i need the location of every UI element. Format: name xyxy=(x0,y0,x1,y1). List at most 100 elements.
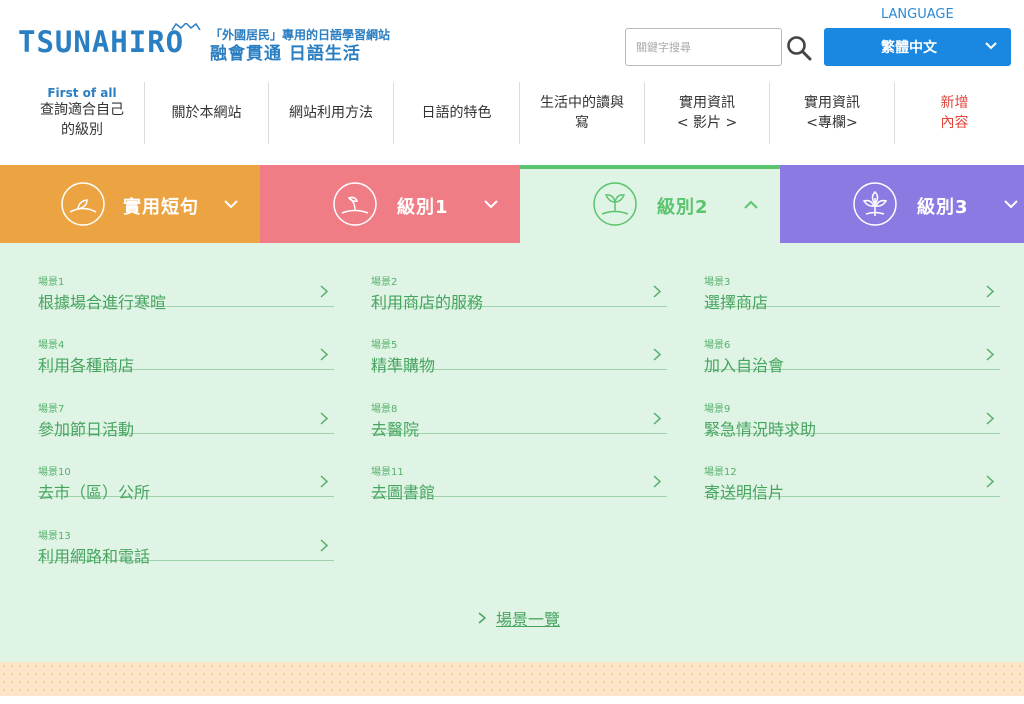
chevron-down-icon xyxy=(484,200,498,209)
nav-item-info-columns[interactable]: 實用資訊 <專欄> xyxy=(769,82,894,144)
scene-link-6[interactable]: 場景6 加入自治會 xyxy=(704,306,1000,375)
dotted-footer-strip xyxy=(0,662,1024,696)
nav-item-label: 實用資訊 xyxy=(679,95,735,111)
chevron-right-icon xyxy=(320,539,328,552)
nav-item-label: <專欄> xyxy=(806,115,858,131)
scene-number: 場景5 xyxy=(371,340,398,351)
sprout-seed-icon xyxy=(61,182,105,226)
chevron-right-icon xyxy=(320,348,328,361)
nav-item-label: 網站利用方法 xyxy=(289,105,373,121)
chevron-right-icon xyxy=(653,412,661,425)
scene-list-link[interactable]: 場景一覽 xyxy=(478,606,560,630)
language-select[interactable]: 繁體中文 xyxy=(824,28,1011,66)
chevron-down-icon xyxy=(985,42,997,50)
scene-list-label: 場景一覽 xyxy=(496,610,561,629)
nav-item-how-to-use[interactable]: 網站利用方法 xyxy=(268,82,393,144)
scene-title: 利用網路和電話 xyxy=(38,547,151,566)
language-label: LANGUAGE xyxy=(881,7,954,22)
chevron-right-icon xyxy=(320,475,328,488)
main-nav: First of all 查詢適合自己 的級別 關於本網站 網站利用方法 日語的… xyxy=(20,82,1024,148)
nav-item-label: 日語的特色 xyxy=(421,105,492,121)
nav-item-check-level[interactable]: First of all 查詢適合自己 的級別 xyxy=(20,82,144,144)
chevron-right-icon xyxy=(986,348,994,361)
scene-link-9[interactable]: 場景9 緊急情況時求助 xyxy=(704,370,1000,439)
tab-label: 級別3 xyxy=(917,197,969,218)
nav-item-about[interactable]: 關於本網站 xyxy=(144,82,268,144)
chevron-down-icon xyxy=(224,200,238,209)
scene-link-10[interactable]: 場景10 去市（區）公所 xyxy=(38,433,334,502)
scene-number: 場景3 xyxy=(704,277,731,288)
scene-link-5[interactable]: 場景5 精準購物 xyxy=(371,306,667,375)
nav-item-label: 關於本網站 xyxy=(171,105,242,121)
tab-level-3[interactable]: 級別3 xyxy=(780,165,1024,243)
tab-level-2[interactable]: 級別2 xyxy=(520,165,780,243)
tree-icon xyxy=(853,182,897,226)
nav-item-label: 生活中的讀與 xyxy=(540,95,624,111)
nav-item-label: 的級別 xyxy=(61,122,103,138)
scene-link-12[interactable]: 場景12 寄送明信片 xyxy=(704,433,1000,502)
tagline-line-2: 融會貫通 日語生活 xyxy=(210,44,361,64)
scene-number: 場景12 xyxy=(704,467,737,478)
scene-number: 場景2 xyxy=(371,277,398,288)
crown-icon xyxy=(171,23,201,31)
level-tabs: 實用短句 級別1 級別2 級別3 xyxy=(0,165,1024,243)
language-value: 繁體中文 xyxy=(881,40,937,56)
logo-text: TSUNAHIRO xyxy=(18,25,185,59)
nav-item-label: 查詢適合自己 xyxy=(40,102,124,118)
scene-number: 場景1 xyxy=(38,277,65,288)
scene-link-4[interactable]: 場景4 利用各種商店 xyxy=(38,306,334,375)
scene-number: 場景6 xyxy=(704,340,731,351)
chevron-right-icon xyxy=(478,612,486,624)
chevron-right-icon xyxy=(986,285,994,298)
tab-useful-phrases[interactable]: 實用短句 xyxy=(0,165,260,243)
scene-link-8[interactable]: 場景8 去醫院 xyxy=(371,370,667,439)
nav-item-new-content[interactable]: 新增 內容 xyxy=(894,82,1014,144)
chevron-down-icon xyxy=(1004,200,1018,209)
scene-link-1[interactable]: 場景1 根據場合進行寒暄 xyxy=(38,243,334,312)
chevron-right-icon xyxy=(320,285,328,298)
chevron-right-icon xyxy=(653,348,661,361)
search-input[interactable] xyxy=(626,29,781,65)
tagline-line-1: 「外國居民」專用的日語學習網站 xyxy=(210,28,391,42)
nav-item-label: 實用資訊 xyxy=(804,95,860,111)
scene-title: 寄送明信片 xyxy=(704,483,785,502)
scene-number: 場景7 xyxy=(38,404,65,415)
scene-link-7[interactable]: 場景7 參加節日活動 xyxy=(38,370,334,439)
scene-number: 場景9 xyxy=(704,404,731,415)
scene-link-13[interactable]: 場景13 利用網路和電話 xyxy=(38,497,334,566)
nav-item-info-videos[interactable]: 實用資訊 < 影片 > xyxy=(644,82,769,144)
tab-level-1[interactable]: 級別1 xyxy=(260,165,520,243)
scene-title: 去圖書館 xyxy=(371,483,436,502)
chevron-right-icon xyxy=(986,412,994,425)
chevron-right-icon xyxy=(320,412,328,425)
site-logo[interactable]: TSUNAHIRO xyxy=(18,23,201,59)
nav-item-japanese-features[interactable]: 日語的特色 xyxy=(393,82,519,144)
nav-item-label: < 影片 > xyxy=(676,115,738,131)
level-2-panel: 場景1 根據場合進行寒暄 場景2 利用商店的服務 場景3 選擇商店 場景4 利用… xyxy=(0,243,1024,662)
search-box xyxy=(625,28,782,66)
seedling-icon xyxy=(333,182,377,226)
chevron-right-icon xyxy=(986,475,994,488)
nav-item-label: 內容 xyxy=(940,115,969,131)
scene-number: 場景13 xyxy=(38,531,71,542)
nav-item-label: 新增 xyxy=(940,95,969,111)
site-header: TSUNAHIRO 「外國居民」專用的日語學習網站 融會貫通 日語生活 LANG… xyxy=(0,0,1024,82)
nav-item-sub-label: First of all xyxy=(47,86,117,100)
scene-link-3[interactable]: 場景3 選擇商店 xyxy=(704,243,1000,312)
two-leaf-sprout-icon xyxy=(593,182,637,226)
chevron-right-icon xyxy=(653,475,661,488)
site-tagline: 「外國居民」專用的日語學習網站 融會貫通 日語生活 xyxy=(210,27,390,65)
scene-link-2[interactable]: 場景2 利用商店的服務 xyxy=(371,243,667,312)
search-icon[interactable] xyxy=(786,35,812,61)
scene-number: 場景10 xyxy=(38,467,71,478)
scene-number: 場景8 xyxy=(371,404,398,415)
chevron-right-icon xyxy=(653,285,661,298)
scene-link-11[interactable]: 場景11 去圖書館 xyxy=(371,433,667,502)
tab-label: 實用短句 xyxy=(123,197,199,218)
nav-item-label: 寫 xyxy=(575,115,589,131)
tab-label: 級別2 xyxy=(657,197,709,218)
scene-number: 場景11 xyxy=(371,467,404,478)
scene-number: 場景4 xyxy=(38,340,65,351)
nav-item-reading-writing[interactable]: 生活中的讀與 寫 xyxy=(519,82,644,144)
tab-label: 級別1 xyxy=(397,197,449,218)
